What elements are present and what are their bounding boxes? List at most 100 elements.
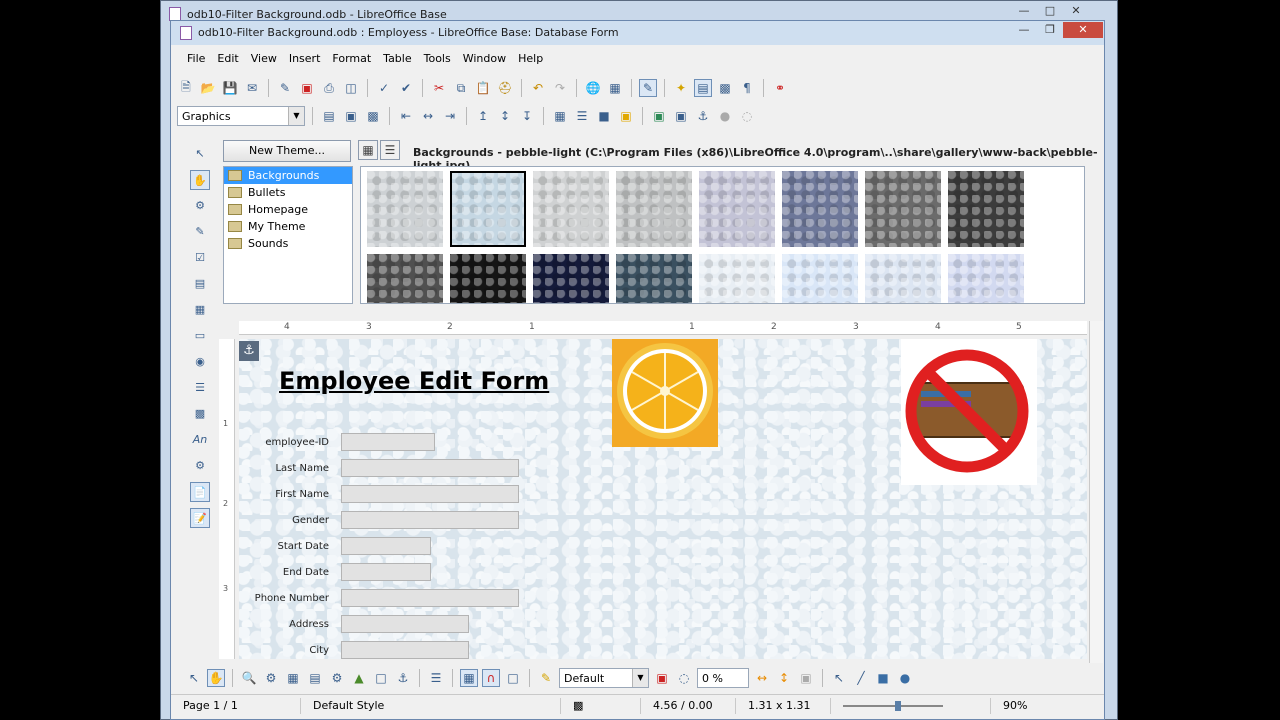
maximize-icon[interactable]: □ [1037, 3, 1063, 19]
link-frames-icon[interactable]: ● [716, 107, 734, 125]
rectangle-icon[interactable]: ■ [874, 669, 892, 687]
form-properties-icon[interactable]: ✎ [190, 222, 210, 242]
chevron-down-icon[interactable]: ▼ [632, 669, 648, 687]
gallery-thumbnail[interactable] [367, 254, 443, 303]
select-icon[interactable]: ↖ [190, 144, 210, 164]
print-icon[interactable]: ⎙ [320, 79, 338, 97]
navigator-icon[interactable]: ✦ [672, 79, 690, 97]
print-preview-icon[interactable]: ◫ [342, 79, 360, 97]
flip-vertical-icon[interactable]: ↕ [775, 669, 793, 687]
formatted-field-icon[interactable]: ▦ [190, 300, 210, 320]
field-input[interactable] [341, 485, 519, 503]
autospell-icon[interactable]: ✔ [397, 79, 415, 97]
design-mode-toggle-icon[interactable]: ✋ [190, 170, 210, 190]
no-wallet-image[interactable] [901, 339, 1037, 485]
background-color-icon[interactable]: ▣ [617, 107, 635, 125]
menu-edit[interactable]: Edit [211, 50, 244, 70]
menu-help[interactable]: Help [512, 50, 549, 70]
align-icon[interactable]: ☰ [427, 669, 445, 687]
zoom-icon[interactable]: 🔍 [240, 669, 258, 687]
field-input[interactable] [341, 589, 519, 607]
gallery-thumbnail[interactable] [699, 171, 775, 247]
bring-to-front-icon[interactable]: ▣ [650, 107, 668, 125]
theme-item-bullets[interactable]: Bullets [224, 184, 352, 201]
optimal-wrap-icon[interactable]: ▩ [364, 107, 382, 125]
form-scrollbar[interactable] [1089, 321, 1103, 663]
send-to-back-icon[interactable]: ▣ [672, 107, 690, 125]
menu-file[interactable]: File [181, 50, 211, 70]
theme-item-backgrounds[interactable]: Backgrounds [224, 167, 352, 184]
option-button-icon[interactable]: ◉ [190, 352, 210, 372]
gallery-scrollbar[interactable] [1084, 167, 1085, 304]
paste-icon[interactable]: 📋 [474, 79, 492, 97]
gallery-thumbnail[interactable] [450, 254, 526, 303]
new-icon[interactable]: 🗎 [177, 79, 195, 97]
control-properties-icon[interactable]: ⚙ [190, 196, 210, 216]
hyperlink-icon[interactable]: 🌐 [584, 79, 602, 97]
unlink-frames-icon[interactable]: ◌ [738, 107, 756, 125]
align-right-icon[interactable]: ⇥ [441, 107, 459, 125]
guides-icon[interactable]: □ [504, 669, 522, 687]
align-bottom-icon[interactable]: ↧ [518, 107, 536, 125]
field-input[interactable] [341, 641, 469, 659]
borders-icon[interactable]: ▦ [551, 107, 569, 125]
label-field-icon[interactable]: An [190, 430, 210, 450]
graphics-mode-combo[interactable]: Default ▼ [559, 668, 649, 688]
theme-item-homepage[interactable]: Homepage [224, 201, 352, 218]
gallery-icon[interactable]: ▤ [694, 79, 712, 97]
snap-icon[interactable]: ∩ [482, 669, 500, 687]
table-icon[interactable]: ▦ [606, 79, 624, 97]
flip-horizontal-icon[interactable]: ↔ [753, 669, 771, 687]
align-left-icon[interactable]: ⇤ [397, 107, 415, 125]
undo-icon[interactable]: ↶ [529, 79, 547, 97]
color-picker-icon[interactable]: ✎ [537, 669, 555, 687]
theme-item-my-theme[interactable]: My Theme [224, 218, 352, 235]
spellcheck-icon[interactable]: ✓ [375, 79, 393, 97]
line-icon[interactable]: ╱ [852, 669, 870, 687]
list-box-icon[interactable]: ☰ [190, 378, 210, 398]
page-wrap-icon[interactable]: ▣ [342, 107, 360, 125]
gallery-thumbnail[interactable] [450, 171, 526, 247]
selection-mode-icon[interactable]: ▩ [561, 697, 641, 714]
zoom-slider[interactable] [831, 697, 991, 714]
anchor-icon[interactable]: ⚓ [394, 669, 412, 687]
wrap-off-icon[interactable]: ▤ [320, 107, 338, 125]
email-icon[interactable]: ✉ [243, 79, 261, 97]
transparency-field[interactable]: 0 % [697, 668, 749, 688]
form-canvas[interactable]: ⚓ Employee Edit Form employee-ID Last Na… [239, 339, 1087, 659]
push-button-icon[interactable]: ▭ [190, 326, 210, 346]
menu-window[interactable]: Window [457, 50, 512, 70]
field-input[interactable] [341, 615, 469, 633]
edit-file-icon[interactable]: ✎ [276, 79, 294, 97]
open-icon[interactable]: 📂 [199, 79, 217, 97]
close-icon[interactable]: ✕ [1063, 3, 1089, 19]
field-input[interactable] [341, 433, 435, 451]
save-icon[interactable]: 💾 [221, 79, 239, 97]
restore-icon[interactable]: ❐ [1037, 22, 1063, 38]
field-input[interactable] [341, 459, 519, 477]
design-mode-icon[interactable]: ✎ [639, 79, 657, 97]
theme-item-sounds[interactable]: Sounds [224, 235, 352, 252]
align-center-icon[interactable]: ↔ [419, 107, 437, 125]
gallery-thumbnail[interactable] [533, 171, 609, 247]
wizards-icon[interactable]: 📝 [190, 508, 210, 528]
zoom-level[interactable]: 90% [991, 698, 1039, 714]
crop-image-icon[interactable]: ▣ [797, 669, 815, 687]
open-design-icon[interactable]: ⚙ [328, 669, 346, 687]
cut-icon[interactable]: ✂ [430, 79, 448, 97]
combo-box-icon[interactable]: ▩ [190, 404, 210, 424]
line-style-icon[interactable]: ☰ [573, 107, 591, 125]
page-style[interactable]: Default Style [301, 697, 561, 714]
data-sources-icon[interactable]: ▩ [716, 79, 734, 97]
field-input[interactable] [341, 511, 519, 529]
menu-table[interactable]: Table [377, 50, 417, 70]
menu-insert[interactable]: Insert [283, 50, 327, 70]
menu-format[interactable]: Format [326, 50, 377, 70]
detail-view-icon[interactable]: ☰ [380, 140, 400, 160]
pointer-icon[interactable]: ↖ [830, 669, 848, 687]
anchor-icon[interactable]: ⚓ [239, 341, 259, 361]
orange-image[interactable] [612, 339, 718, 447]
form-navigator-icon[interactable]: ⚙ [262, 669, 280, 687]
field-input[interactable] [341, 537, 431, 555]
more-controls-icon[interactable]: ⚙ [190, 456, 210, 476]
